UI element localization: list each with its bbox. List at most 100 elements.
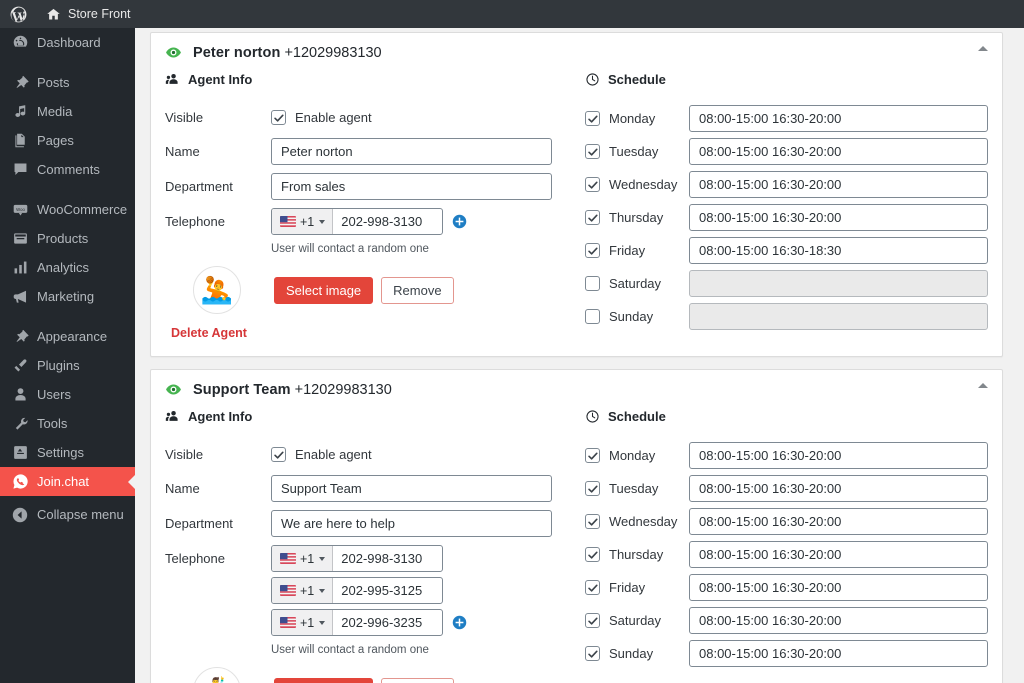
day-checkbox-monday[interactable] — [585, 448, 600, 463]
sidebar-item-pages[interactable]: Pages — [0, 126, 135, 155]
us-flag-icon — [280, 585, 296, 596]
sidebar-item-woocommerce[interactable]: Woo WooCommerce — [0, 195, 135, 224]
enable-agent-checkbox[interactable] — [271, 447, 286, 462]
schedule-row: Tuesday 08:00-15:00 16:30-20:00 — [585, 475, 988, 502]
schedule-hours-input[interactable]: 08:00-15:00 16:30-20:00 — [689, 475, 988, 502]
person-playing-water-polo-emoji: 🤽 — [193, 266, 241, 314]
day-label: Tuesday — [609, 481, 659, 496]
schedule-hours-input[interactable]: 08:00-15:00 16:30-20:00 — [689, 105, 988, 132]
schedule-row: Saturday 08:00-15:00 16:30-20:00 — [585, 607, 988, 634]
enable-agent-control: Enable agent — [271, 110, 580, 125]
sidebar-item-products[interactable]: Products — [0, 224, 135, 253]
chevron-up-icon[interactable] — [978, 383, 988, 388]
remove-image-button[interactable]: Remove — [381, 276, 454, 304]
sidebar-item-comments[interactable]: Comments — [0, 155, 135, 184]
remove-image-button[interactable]: Remove — [381, 677, 454, 683]
phone-input[interactable]: +1 202-995-3125 — [271, 577, 443, 604]
phone-input[interactable]: +1 202-998-3130 — [271, 545, 443, 572]
day-checkbox-thursday[interactable] — [585, 547, 600, 562]
telephone-row: Telephone +1 202-998-3130 — [165, 208, 580, 235]
schedule-hours-input[interactable]: 08:00-15:00 16:30-20:00 — [689, 541, 988, 568]
schedule-hours-input[interactable] — [689, 303, 988, 330]
schedule-hours-input[interactable]: 08:00-15:00 16:30-18:30 — [689, 237, 988, 264]
users-icon — [11, 386, 29, 404]
day-checkbox-wednesday[interactable] — [585, 177, 600, 192]
day-checkbox-tuesday[interactable] — [585, 481, 600, 496]
day-checkbox-thursday[interactable] — [585, 210, 600, 225]
schedule-hours-input[interactable]: 08:00-15:00 16:30-20:00 — [689, 138, 988, 165]
select-image-button[interactable]: Select image — [274, 677, 374, 683]
schedule-hours-input[interactable]: 08:00-15:00 16:30-20:00 — [689, 204, 988, 231]
enable-agent-checkbox[interactable] — [271, 110, 286, 125]
agent-name-input[interactable]: Support Team — [271, 475, 552, 502]
day-checkbox-tuesday[interactable] — [585, 144, 600, 159]
department-input[interactable]: We are here to help — [271, 510, 552, 537]
schedule-hours-input[interactable]: 08:00-15:00 16:30-20:00 — [689, 508, 988, 535]
woocommerce-icon: Woo — [11, 201, 29, 219]
sidebar-item-collapse-menu[interactable]: Collapse menu — [0, 500, 135, 529]
day-checkbox-sunday[interactable] — [585, 646, 600, 661]
country-code: +1 — [300, 583, 315, 598]
sidebar-item-analytics[interactable]: Analytics — [0, 253, 135, 282]
schedule-hours-input[interactable]: 08:00-15:00 16:30-20:00 — [689, 442, 988, 469]
sidebar-item-label: WooCommerce — [37, 202, 128, 217]
day-checkbox-saturday[interactable] — [585, 613, 600, 628]
name-row: Name Peter norton — [165, 138, 580, 165]
us-flag-icon — [280, 553, 296, 564]
day-checkbox-wednesday[interactable] — [585, 514, 600, 529]
country-select[interactable]: +1 — [272, 578, 334, 603]
agent-info-column: Agent Info Visible Enable agent Name Peter n… — [165, 70, 580, 342]
schedule-hours-input[interactable]: 08:00-15:00 16:30-20:00 — [689, 640, 988, 667]
schedule-hours-input[interactable]: 08:00-15:00 16:30-20:00 — [689, 607, 988, 634]
eye-icon[interactable] — [165, 44, 182, 61]
agent-name-input[interactable]: Peter norton — [271, 138, 552, 165]
visible-row: Visible Enable agent — [165, 442, 580, 467]
sidebar-item-dashboard[interactable]: Dashboard — [0, 28, 135, 57]
add-circle-icon[interactable] — [452, 615, 467, 630]
country-code: +1 — [300, 615, 315, 630]
sidebar-item-posts[interactable]: Posts — [0, 68, 135, 97]
day-label: Wednesday — [609, 177, 678, 192]
day-checkbox-monday[interactable] — [585, 111, 600, 126]
plugins-icon — [11, 357, 29, 375]
phone-row: +1 202-996-3235 — [271, 609, 467, 636]
phone-input[interactable]: +1 202-996-3235 — [271, 609, 443, 636]
sidebar-item-label: Pages — [37, 133, 74, 148]
eye-icon[interactable] — [165, 381, 182, 398]
agent-info-column: Agent Info Visible Enable agent Name Support… — [165, 407, 580, 683]
tools-icon — [11, 415, 29, 433]
phone-hint: User will contact a random one — [271, 243, 429, 255]
phone-number-value: 202-998-3130 — [341, 551, 423, 566]
country-select[interactable]: +1 — [272, 546, 334, 571]
schedule-hours-input[interactable]: 08:00-15:00 16:30-20:00 — [689, 171, 988, 198]
country-select[interactable]: +1 — [272, 610, 334, 635]
schedule-day-thursday: Thursday — [585, 210, 689, 225]
sidebar-item-tools[interactable]: Tools — [0, 409, 135, 438]
sidebar-item-media[interactable]: Media — [0, 97, 135, 126]
phone-row: +1 202-998-3130 — [271, 208, 467, 235]
day-checkbox-sunday[interactable] — [585, 309, 600, 324]
country-select[interactable]: +1 — [272, 209, 334, 234]
select-image-button[interactable]: Select image — [274, 276, 374, 304]
delete-agent-link[interactable]: Delete Agent — [171, 326, 247, 340]
day-checkbox-saturday[interactable] — [585, 276, 600, 291]
department-input[interactable]: From sales — [271, 173, 552, 200]
sidebar-item-appearance[interactable]: Appearance — [0, 322, 135, 351]
sidebar-item-users[interactable]: Users — [0, 380, 135, 409]
schedule-hours-input[interactable]: 08:00-15:00 16:30-20:00 — [689, 574, 988, 601]
day-checkbox-friday[interactable] — [585, 243, 600, 258]
phone-row: +1 202-998-3130 — [271, 545, 467, 572]
sidebar-item-settings[interactable]: Settings — [0, 438, 135, 467]
sidebar-item-marketing[interactable]: Marketing — [0, 282, 135, 311]
schedule-hours-input[interactable] — [689, 270, 988, 297]
day-checkbox-friday[interactable] — [585, 580, 600, 595]
add-circle-icon[interactable] — [452, 214, 467, 229]
sidebar-item-join-chat[interactable]: Join.chat — [0, 467, 135, 496]
sidebar-item-label: Posts — [37, 75, 70, 90]
phone-input[interactable]: +1 202-998-3130 — [271, 208, 443, 235]
site-name-menu[interactable]: Store Front — [37, 0, 140, 28]
sidebar-item-plugins[interactable]: Plugins — [0, 351, 135, 380]
chevron-up-icon[interactable] — [978, 46, 988, 51]
day-label: Saturday — [609, 276, 662, 291]
wp-logo-menu[interactable] — [0, 0, 37, 28]
